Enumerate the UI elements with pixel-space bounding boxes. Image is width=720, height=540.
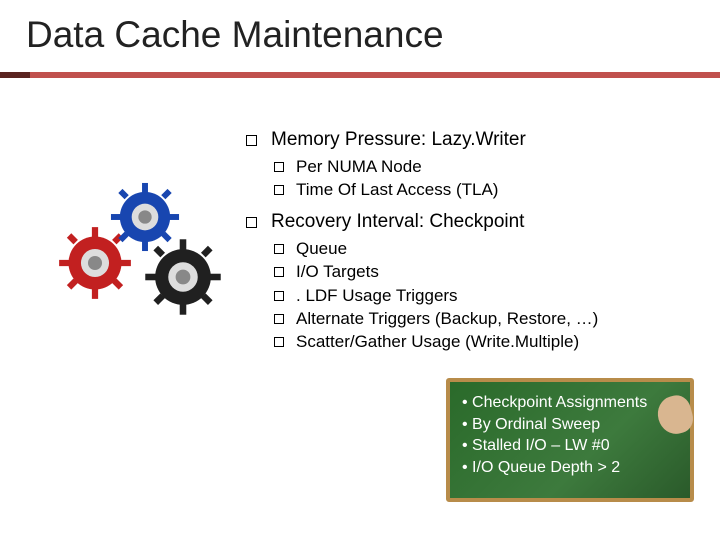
slide-title: Data Cache Maintenance [26,14,444,56]
bullet-text: Scatter/Gather Usage (Write.Multiple) [296,331,579,352]
bullet-marker [246,217,257,228]
bullet-level2: Alternate Triggers (Backup, Restore, …) [274,308,696,329]
bullet-marker [274,185,284,195]
bullet-marker [246,135,257,146]
bullet-marker [274,267,284,277]
bullet-level1: Recovery Interval: Checkpoint [246,210,696,234]
slide: Data Cache Maintenance Memory Pressure: … [0,0,720,540]
bullet-content: Memory Pressure: Lazy.Writer Per NUMA No… [246,124,696,354]
chalkboard-line: • Stalled I/O – LW #0 [462,435,678,457]
chalkboard-line: • By Ordinal Sweep [462,414,678,436]
chalkboard-image: • Checkpoint Assignments • By Ordinal Sw… [446,378,694,502]
bullet-text: Per NUMA Node [296,156,422,177]
bullet-marker [274,314,284,324]
bullet-text: . LDF Usage Triggers [296,285,458,306]
bullet-text: Memory Pressure: Lazy.Writer [271,128,526,152]
bullet-level2: Per NUMA Node [274,156,696,177]
bullet-marker [274,337,284,347]
accent-rule-end [0,72,30,78]
bullet-marker [274,291,284,301]
bullet-marker [274,244,284,254]
gears-image [56,180,226,320]
chalkboard-line: • Checkpoint Assignments [462,392,678,414]
bullet-marker [274,162,284,172]
bullet-level1: Memory Pressure: Lazy.Writer [246,128,696,152]
bullet-text: I/O Targets [296,261,379,282]
accent-rule [0,72,720,78]
chalkboard-line: • I/O Queue Depth > 2 [462,457,678,479]
bullet-text: Queue [296,238,347,259]
gear-icon [142,236,224,318]
bullet-text: Recovery Interval: Checkpoint [271,210,524,234]
bullet-level2: Time Of Last Access (TLA) [274,179,696,200]
bullet-level2: Queue [274,238,696,259]
bullet-text: Time Of Last Access (TLA) [296,179,498,200]
bullet-level2: . LDF Usage Triggers [274,285,696,306]
bullet-text: Alternate Triggers (Backup, Restore, …) [296,308,598,329]
bullet-level2: Scatter/Gather Usage (Write.Multiple) [274,331,696,352]
bullet-level2: I/O Targets [274,261,696,282]
